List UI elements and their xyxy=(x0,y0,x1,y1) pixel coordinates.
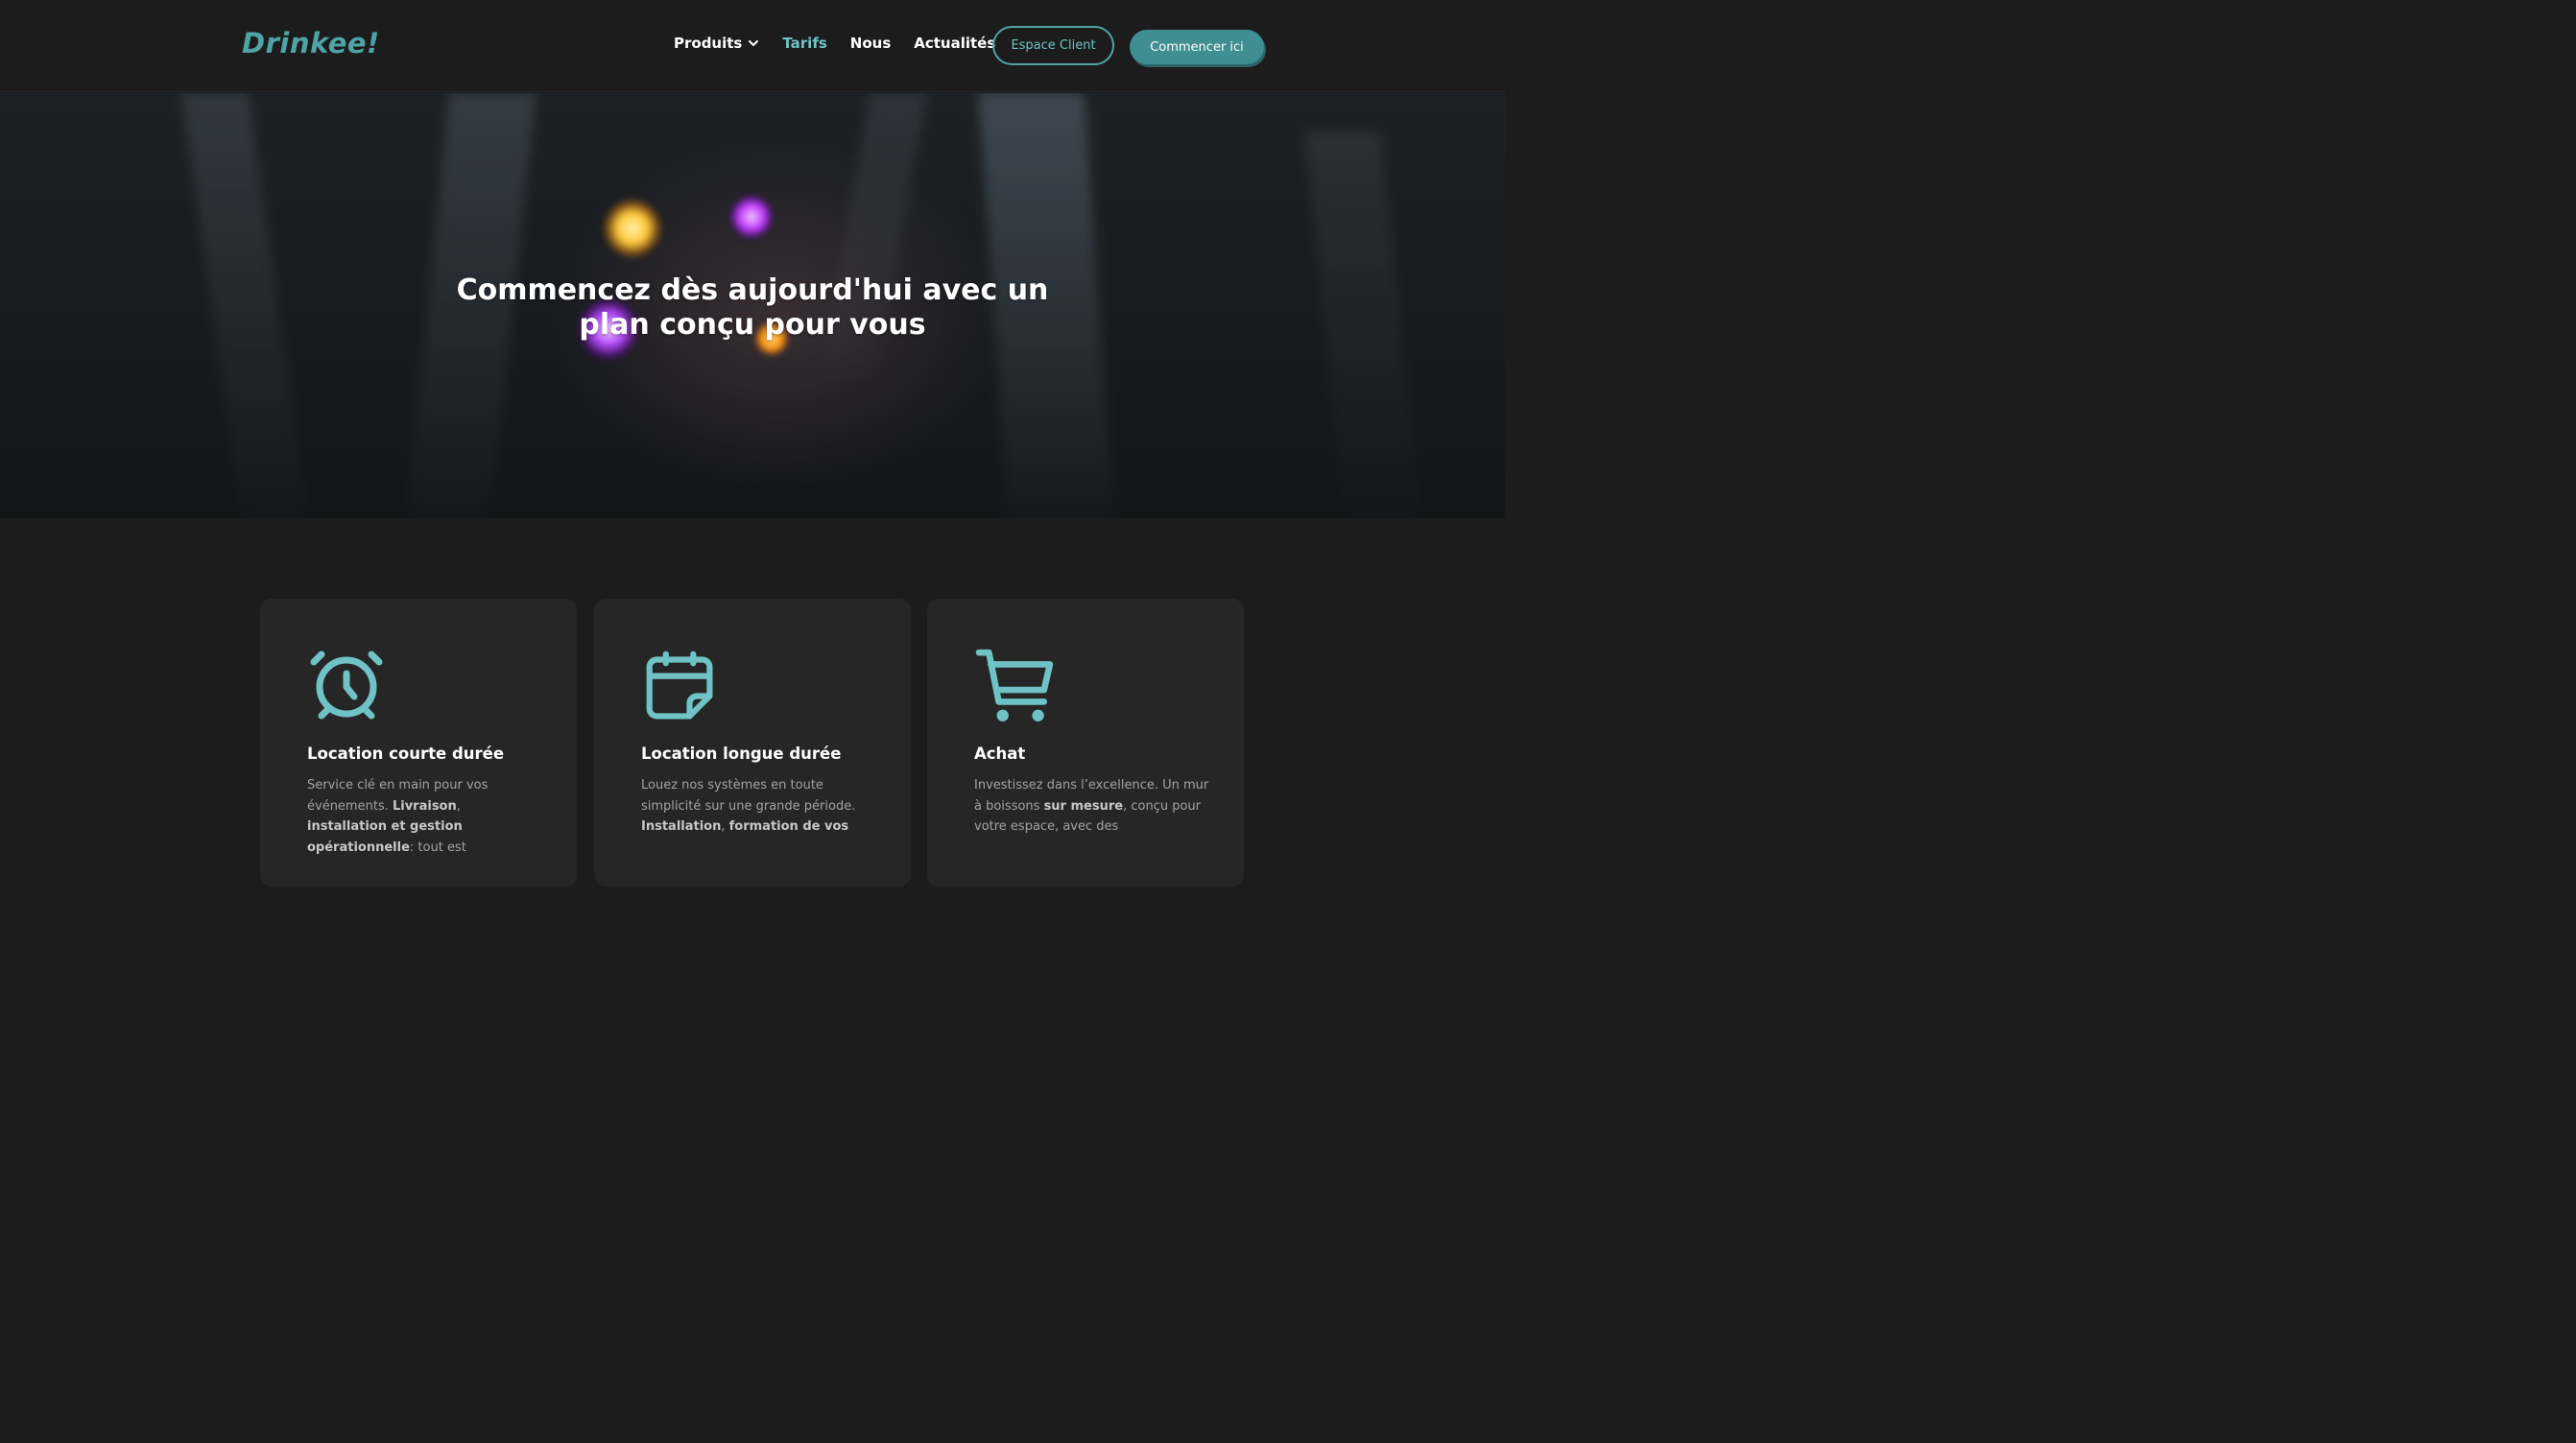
hero-banner: Commencez dès aujourd'hui avec un plan c… xyxy=(0,93,1505,518)
bold-text: Installation xyxy=(641,819,722,834)
commencer-ici-button[interactable]: Commencer ici xyxy=(1130,30,1264,64)
card-title: Location courte durée xyxy=(307,745,505,763)
nav-item-label: Produits xyxy=(674,35,743,52)
hero-title-line-2: plan conçu pour vous xyxy=(579,308,926,342)
stage-light-purple xyxy=(729,195,774,239)
alarm-clock-icon xyxy=(310,651,383,720)
text-run: , xyxy=(456,798,461,814)
text-run: Louez nos systèmes en toute simplicité s… xyxy=(641,778,856,814)
top-navbar: Drinkee! Produits Tarifs Nous Actualités… xyxy=(0,0,1505,92)
espace-client-button[interactable]: Espace Client xyxy=(992,26,1114,65)
bold-text: Livraison xyxy=(392,798,457,814)
calendar-icon xyxy=(646,651,713,720)
stage-light-yellow xyxy=(603,199,662,258)
card-location-courte-duree[interactable]: Location courte durée Service clé en mai… xyxy=(260,599,577,887)
card-description: Investissez dans l’excellence. Un mur à … xyxy=(974,775,1209,838)
shopping-cart-icon xyxy=(975,649,1054,722)
card-location-longue-duree[interactable]: Location longue durée Louez nos systèmes… xyxy=(594,599,911,887)
card-title: Achat xyxy=(974,745,1026,763)
bold-text: formation de vos xyxy=(728,819,849,834)
nav-item-tarifs[interactable]: Tarifs xyxy=(782,35,826,52)
bold-text: sur mesure xyxy=(1043,798,1124,814)
card-title: Location longue durée xyxy=(641,745,842,763)
text-run: : tout est xyxy=(409,840,466,855)
card-achat[interactable]: Achat Investissez dans l’excellence. Un … xyxy=(927,599,1244,887)
page: Drinkee! Produits Tarifs Nous Actualités… xyxy=(0,0,1505,887)
nav-item-produits[interactable]: Produits xyxy=(674,35,759,52)
hero-title: Commencez dès aujourd'hui avec un plan c… xyxy=(0,273,1505,343)
card-description: Louez nos systèmes en toute simplicité s… xyxy=(641,775,876,838)
hero-title-line-1: Commencez dès aujourd'hui avec un xyxy=(456,273,1049,307)
chevron-down-icon xyxy=(749,40,759,46)
drinkee-logo[interactable]: Drinkee! xyxy=(242,27,380,59)
card-description: Service clé en main pour vos événements.… xyxy=(307,775,542,858)
nav-item-nous[interactable]: Nous xyxy=(850,35,891,52)
main-nav: Produits Tarifs Nous Actualités xyxy=(674,35,1018,52)
nav-item-actualites[interactable]: Actualités xyxy=(914,35,995,52)
text-run: , xyxy=(721,819,729,834)
